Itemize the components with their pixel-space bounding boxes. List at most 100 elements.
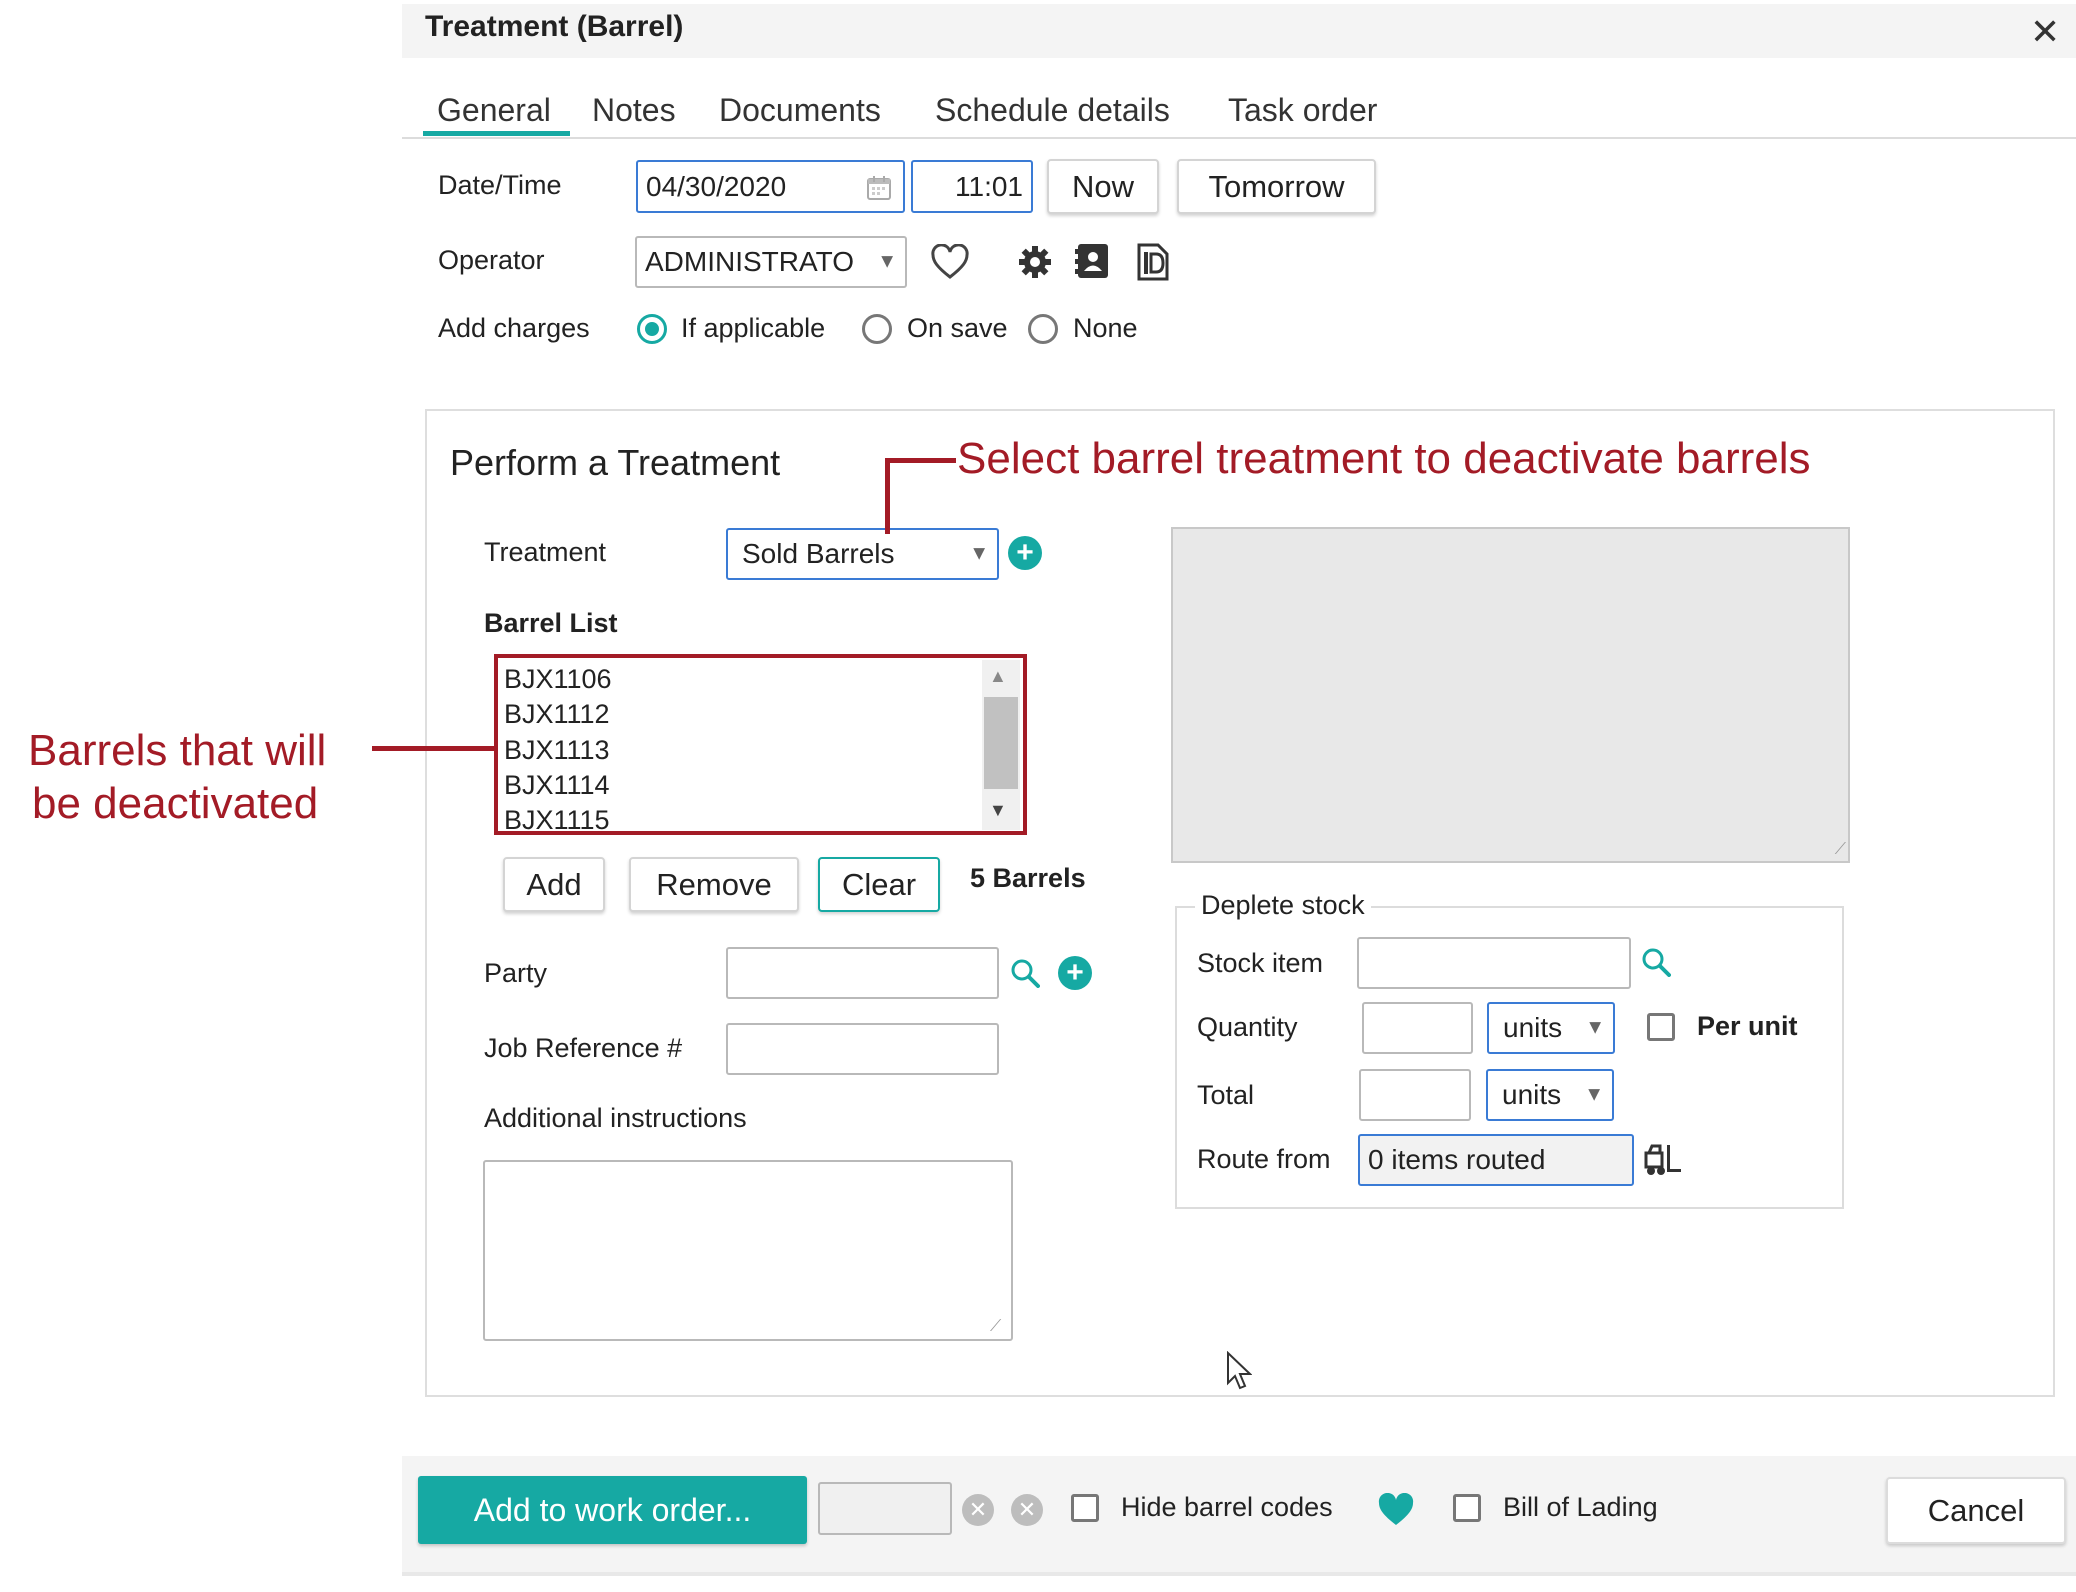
per-unit-label[interactable]: Per unit [1697,1011,1798,1042]
operator-label: Operator [438,245,545,275]
resize-handle-icon[interactable]: ⟋ [990,1318,1001,1336]
stock-item-field[interactable] [1357,937,1631,989]
treatment-label: Treatment [484,537,607,567]
quantity-unit-select[interactable]: units ▼ [1487,1002,1615,1054]
heart-icon[interactable] [1377,1493,1415,1527]
radio-if-applicable-label[interactable]: If applicable [681,313,825,344]
time-value: 11:01 [955,170,1023,202]
resize-handle-icon[interactable]: ⟋ [1835,841,1846,859]
tabs-divider [402,137,2076,139]
operator-select[interactable]: ADMINISTRATO ▼ [635,236,907,288]
hide-barrel-codes-label[interactable]: Hide barrel codes [1121,1492,1333,1523]
search-icon[interactable] [1010,958,1040,988]
mouse-cursor-icon [1226,1351,1252,1391]
list-item[interactable]: BJX1113 [504,735,610,766]
document-icon[interactable] [1136,242,1170,282]
stock-item-label: Stock item [1197,948,1324,978]
hide-barrel-codes-checkbox[interactable] [1071,1494,1099,1522]
scroll-up-icon[interactable]: ▲ [989,666,1007,687]
bill-of-lading-label[interactable]: Bill of Lading [1503,1492,1658,1523]
calendar-icon[interactable] [865,174,893,202]
heart-icon[interactable] [931,244,969,280]
total-unit-select[interactable]: units ▼ [1486,1069,1614,1121]
tab-general[interactable]: General [437,92,551,129]
radio-on-save-label[interactable]: On save [907,313,1008,344]
gear-icon[interactable] [1017,244,1053,280]
quantity-unit-value: units [1503,1012,1563,1043]
clear-barrels-button[interactable]: Clear [818,857,940,912]
list-item[interactable]: BJX1106 [504,664,612,695]
search-icon[interactable] [1641,947,1671,977]
annotation-connector [885,458,956,463]
bill-of-lading-checkbox[interactable] [1453,1494,1481,1522]
deplete-stock-legend: Deplete stock [1195,890,1371,921]
radio-none[interactable] [1028,314,1058,344]
annotation-barrels-line2: be deactivated [32,779,319,828]
quantity-field[interactable] [1362,1002,1473,1054]
list-item[interactable]: BJX1115 [504,805,610,831]
tomorrow-button[interactable]: Tomorrow [1177,159,1376,214]
quantity-label: Quantity [1197,1012,1298,1042]
radio-if-applicable[interactable] [637,314,667,344]
total-unit-value: units [1502,1079,1562,1110]
contact-card-icon[interactable] [1075,240,1111,282]
total-field[interactable] [1359,1069,1471,1121]
chevron-down-icon: ▼ [969,542,989,565]
add-barrel-button[interactable]: Add [503,857,605,912]
time-field[interactable]: 11:01 [911,160,1033,213]
close-icon[interactable]: ✕ [2030,14,2060,50]
date-field[interactable]: 04/30/2020 [636,160,905,213]
date-value: 04/30/2020 [646,170,787,202]
list-item[interactable]: BJX1112 [504,699,610,730]
radio-on-save[interactable] [862,314,892,344]
treatment-value: Sold Barrels [742,538,895,569]
annotation-barrels-line1: Barrels that will [28,726,327,775]
barrel-list[interactable]: BJX1106 BJX1112 BJX1113 BJX1114 BJX1115 [494,654,1027,835]
additional-instructions-label: Additional instructions [484,1103,747,1133]
add-charges-label: Add charges [438,313,590,343]
tab-task-order[interactable]: Task order [1228,92,1377,129]
tab-notes[interactable]: Notes [592,92,676,129]
tab-schedule-details[interactable]: Schedule details [935,92,1170,129]
work-order-field[interactable] [818,1482,952,1535]
party-label: Party [484,958,548,988]
chevron-down-icon: ▼ [877,250,897,273]
chevron-down-icon: ▼ [1584,1083,1604,1106]
tab-documents[interactable]: Documents [719,92,881,129]
scroll-down-icon[interactable]: ▼ [989,800,1007,821]
chevron-down-icon: ▼ [1585,1016,1605,1039]
job-reference-label: Job Reference # [484,1033,683,1063]
now-button[interactable]: Now [1047,159,1159,214]
total-label: Total [1197,1080,1255,1110]
radio-none-label[interactable]: None [1073,313,1138,344]
barrel-count: 5 Barrels [970,863,1086,893]
job-reference-field[interactable] [726,1023,999,1075]
barrel-list-label: Barrel List [484,608,618,638]
additional-instructions-field[interactable] [483,1160,1013,1341]
annotation-connector [885,458,890,534]
forklift-icon[interactable] [1643,1143,1683,1177]
treatment-description-area: ⟋ [1171,527,1850,863]
party-field[interactable] [726,947,999,999]
cancel-button[interactable]: Cancel [1886,1477,2066,1544]
annotation-connector [372,746,496,751]
remove-barrel-button[interactable]: Remove [629,857,799,912]
add-to-work-order-button[interactable]: Add to work order... [418,1476,807,1544]
clear-circle-icon[interactable]: ✕ [962,1494,994,1526]
active-tab-indicator [423,131,570,136]
per-unit-checkbox[interactable] [1647,1013,1675,1041]
annotation-treatment-note: Select barrel treatment to deactivate ba… [957,434,1811,483]
dialog-title: Treatment (Barrel) [425,10,684,43]
operator-value: ADMINISTRATO [645,246,854,277]
route-from-label: Route from [1197,1144,1331,1174]
footer-border [402,1572,2076,1576]
route-from-value: 0 items routed [1368,1144,1546,1175]
scrollbar-thumb[interactable] [984,697,1018,789]
add-treatment-icon[interactable]: + [1008,536,1042,570]
datetime-label: Date/Time [438,170,562,200]
add-party-icon[interactable]: + [1058,956,1092,990]
list-item[interactable]: BJX1114 [504,770,610,801]
clear-circle-icon[interactable]: ✕ [1011,1494,1043,1526]
treatment-select[interactable]: Sold Barrels ▼ [726,528,999,580]
route-from-field[interactable]: 0 items routed [1358,1134,1634,1186]
